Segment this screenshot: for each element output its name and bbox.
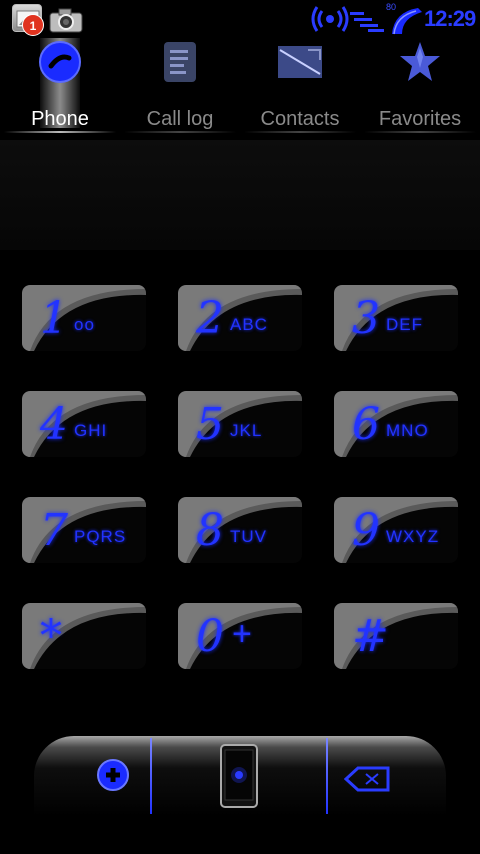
key-letters: GHI <box>74 421 108 440</box>
key-digit: 0 <box>196 611 224 662</box>
notification-count-badge: 1 <box>22 14 44 36</box>
key-letters: WXYZ <box>386 527 440 546</box>
key-9[interactable]: 9 WXYZ <box>334 497 458 563</box>
add-contact-button[interactable] <box>34 736 150 816</box>
tab-call-log-label: Call log <box>146 108 214 130</box>
key-digit: 9 <box>352 505 380 556</box>
backspace-button[interactable] <box>328 736 446 816</box>
status-bar: 1 80 12:29 <box>0 0 480 38</box>
tab-phone[interactable]: Phone <box>0 38 120 134</box>
key-digit: 2 <box>196 293 224 344</box>
battery-icon <box>388 2 424 36</box>
signal-strength-icon <box>350 10 386 32</box>
dialer-tab-bar: Phone Call log Contacts Favorites <box>0 38 480 134</box>
key-digit: * <box>40 611 62 662</box>
key-digit: 4 <box>40 399 68 450</box>
key-3[interactable]: 3 DEF <box>334 285 458 351</box>
tab-contacts-label: Contacts <box>260 108 340 130</box>
tab-underline <box>4 131 116 133</box>
voicemail-icon: oo <box>74 315 95 334</box>
backspace-icon <box>344 766 390 792</box>
key-letters: JKL <box>230 421 263 440</box>
key-letters: ABC <box>230 315 268 334</box>
tab-call-log[interactable]: Call log <box>120 38 240 134</box>
call-log-icon <box>158 40 202 84</box>
contacts-icon <box>278 40 322 84</box>
star-icon <box>398 40 442 84</box>
key-1[interactable]: 1 oo <box>22 285 146 351</box>
key-digit: # <box>352 611 389 662</box>
key-star[interactable]: * <box>22 603 146 669</box>
key-6[interactable]: 6 MNO <box>334 391 458 457</box>
key-digit: 8 <box>196 505 224 556</box>
dial-keypad: 1 oo 2 ABC 3 DEF 4 GHI 5 JKL 6 MNO 7 PQR… <box>0 285 480 685</box>
tab-favorites-label: Favorites <box>378 108 462 130</box>
key-letters: TUV <box>230 527 267 546</box>
key-digit: 5 <box>196 399 224 450</box>
key-2[interactable]: 2 ABC <box>178 285 302 351</box>
key-hash[interactable]: # <box>334 603 458 669</box>
tab-favorites[interactable]: Favorites <box>360 38 480 134</box>
key-digit: 7 <box>40 505 68 556</box>
key-digit: 6 <box>352 399 380 450</box>
key-7[interactable]: 7 PQRS <box>22 497 146 563</box>
tab-contacts[interactable]: Contacts <box>240 38 360 134</box>
key-letters: MNO <box>386 421 429 440</box>
phone-device-icon <box>220 744 258 808</box>
phone-icon <box>38 40 82 84</box>
number-display[interactable] <box>0 140 480 250</box>
tab-underline <box>124 131 236 133</box>
status-clock: 12:29 <box>424 6 476 31</box>
call-button[interactable] <box>152 736 326 816</box>
tab-underline <box>244 131 356 133</box>
add-contact-icon <box>97 759 129 791</box>
key-0[interactable]: 0 + <box>178 603 302 669</box>
key-8[interactable]: 8 TUV <box>178 497 302 563</box>
camera-icon <box>48 6 84 34</box>
key-4[interactable]: 4 GHI <box>22 391 146 457</box>
key-5[interactable]: 5 JKL <box>178 391 302 457</box>
tab-underline <box>364 131 476 133</box>
signal-broadcast-icon <box>310 4 350 34</box>
key-letters: + <box>232 615 253 653</box>
key-digit: 1 <box>40 293 68 344</box>
key-letters: PQRS <box>74 527 127 546</box>
tab-phone-label: Phone <box>31 108 89 130</box>
key-digit: 3 <box>352 293 380 344</box>
dialer-action-bar <box>34 736 446 816</box>
key-letters: DEF <box>386 315 423 334</box>
